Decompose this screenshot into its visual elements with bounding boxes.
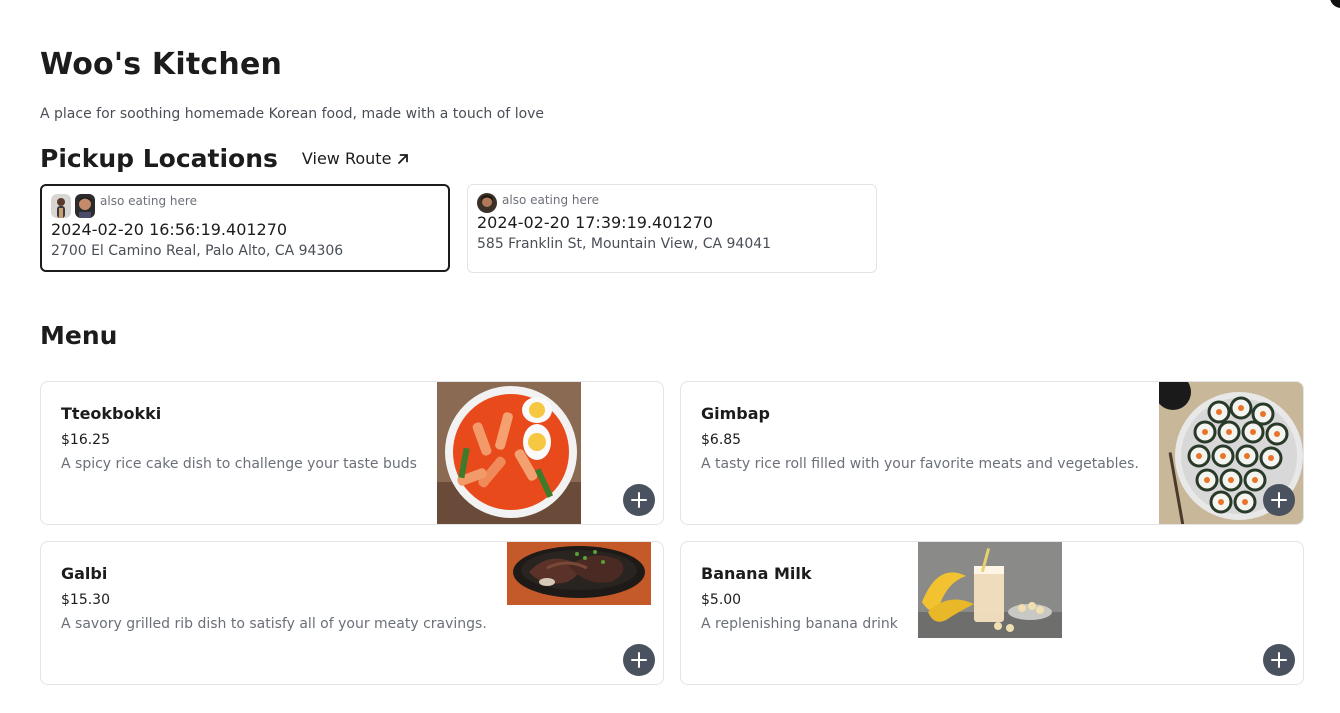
- banana-milk-image: [918, 542, 1062, 638]
- pickup-address: 585 Franklin St, Mountain View, CA 94041: [477, 236, 772, 252]
- also-eating-label: also eating here: [502, 193, 599, 207]
- pickup-time: 2024-02-20 16:56:19.401270: [51, 220, 288, 239]
- also-eating-label: also eating here: [100, 194, 197, 208]
- galbi-image: [507, 542, 651, 605]
- plus-icon: [1271, 492, 1287, 508]
- pickup-location-card[interactable]: also eating here 2024-02-20 16:56:19.401…: [40, 184, 450, 272]
- plus-icon: [631, 652, 647, 668]
- add-to-cart-button[interactable]: [623, 484, 655, 516]
- plus-icon: [631, 492, 647, 508]
- menu-item-description: A spicy rice cake dish to challenge your…: [61, 456, 417, 472]
- corner-avatar[interactable]: [1330, 0, 1340, 8]
- pickup-location-card[interactable]: also eating here 2024-02-20 17:39:19.401…: [467, 184, 877, 273]
- menu-item-price: $15.30: [61, 592, 110, 608]
- plus-icon: [1271, 652, 1287, 668]
- menu-heading: Menu: [40, 321, 118, 350]
- pickup-address: 2700 El Camino Real, Palo Alto, CA 94306: [51, 243, 344, 259]
- menu-item-price: $5.00: [701, 592, 742, 608]
- menu-item-card[interactable]: Galbi $15.30 A savory grilled rib dish t…: [40, 541, 664, 685]
- menu-item-price: $16.25: [61, 432, 110, 448]
- add-to-cart-button[interactable]: [623, 644, 655, 676]
- avatar: [51, 194, 71, 218]
- menu-item-card[interactable]: Tteokbokki $16.25 A spicy rice cake dish…: [40, 381, 664, 525]
- menu-item-description: A savory grilled rib dish to satisfy all…: [61, 616, 487, 632]
- menu-item-name: Galbi: [61, 564, 108, 583]
- menu-item-card[interactable]: Gimbap $6.85 A tasty rice roll filled wi…: [680, 381, 1304, 525]
- tteokbokki-image: [437, 382, 581, 524]
- pickup-time: 2024-02-20 17:39:19.401270: [477, 213, 714, 232]
- arrow-up-right-icon: [398, 153, 409, 164]
- restaurant-tagline: A place for soothing homemade Korean foo…: [40, 106, 545, 122]
- menu-item-card[interactable]: Banana Milk $5.00 A replenishing banana …: [680, 541, 1304, 685]
- menu-item-description: A replenishing banana drink: [701, 616, 898, 632]
- also-eating-row: also eating here: [477, 193, 867, 213]
- also-eating-row: also eating here: [51, 194, 439, 220]
- menu-item-name: Banana Milk: [701, 564, 812, 583]
- avatar: [75, 194, 95, 218]
- add-to-cart-button[interactable]: [1263, 644, 1295, 676]
- menu-item-name: Tteokbokki: [61, 404, 162, 423]
- view-route-label: View Route: [301, 149, 392, 168]
- menu-item-name: Gimbap: [701, 404, 770, 423]
- avatar: [477, 193, 497, 213]
- pickup-header: Pickup Locations View Route: [40, 144, 410, 173]
- pickup-heading: Pickup Locations: [40, 144, 278, 173]
- add-to-cart-button[interactable]: [1263, 484, 1295, 516]
- restaurant-name: Woo's Kitchen: [40, 47, 283, 82]
- menu-item-description: A tasty rice roll filled with your favor…: [701, 456, 1139, 472]
- view-route-link[interactable]: View Route: [302, 149, 411, 168]
- menu-item-price: $6.85: [701, 432, 742, 448]
